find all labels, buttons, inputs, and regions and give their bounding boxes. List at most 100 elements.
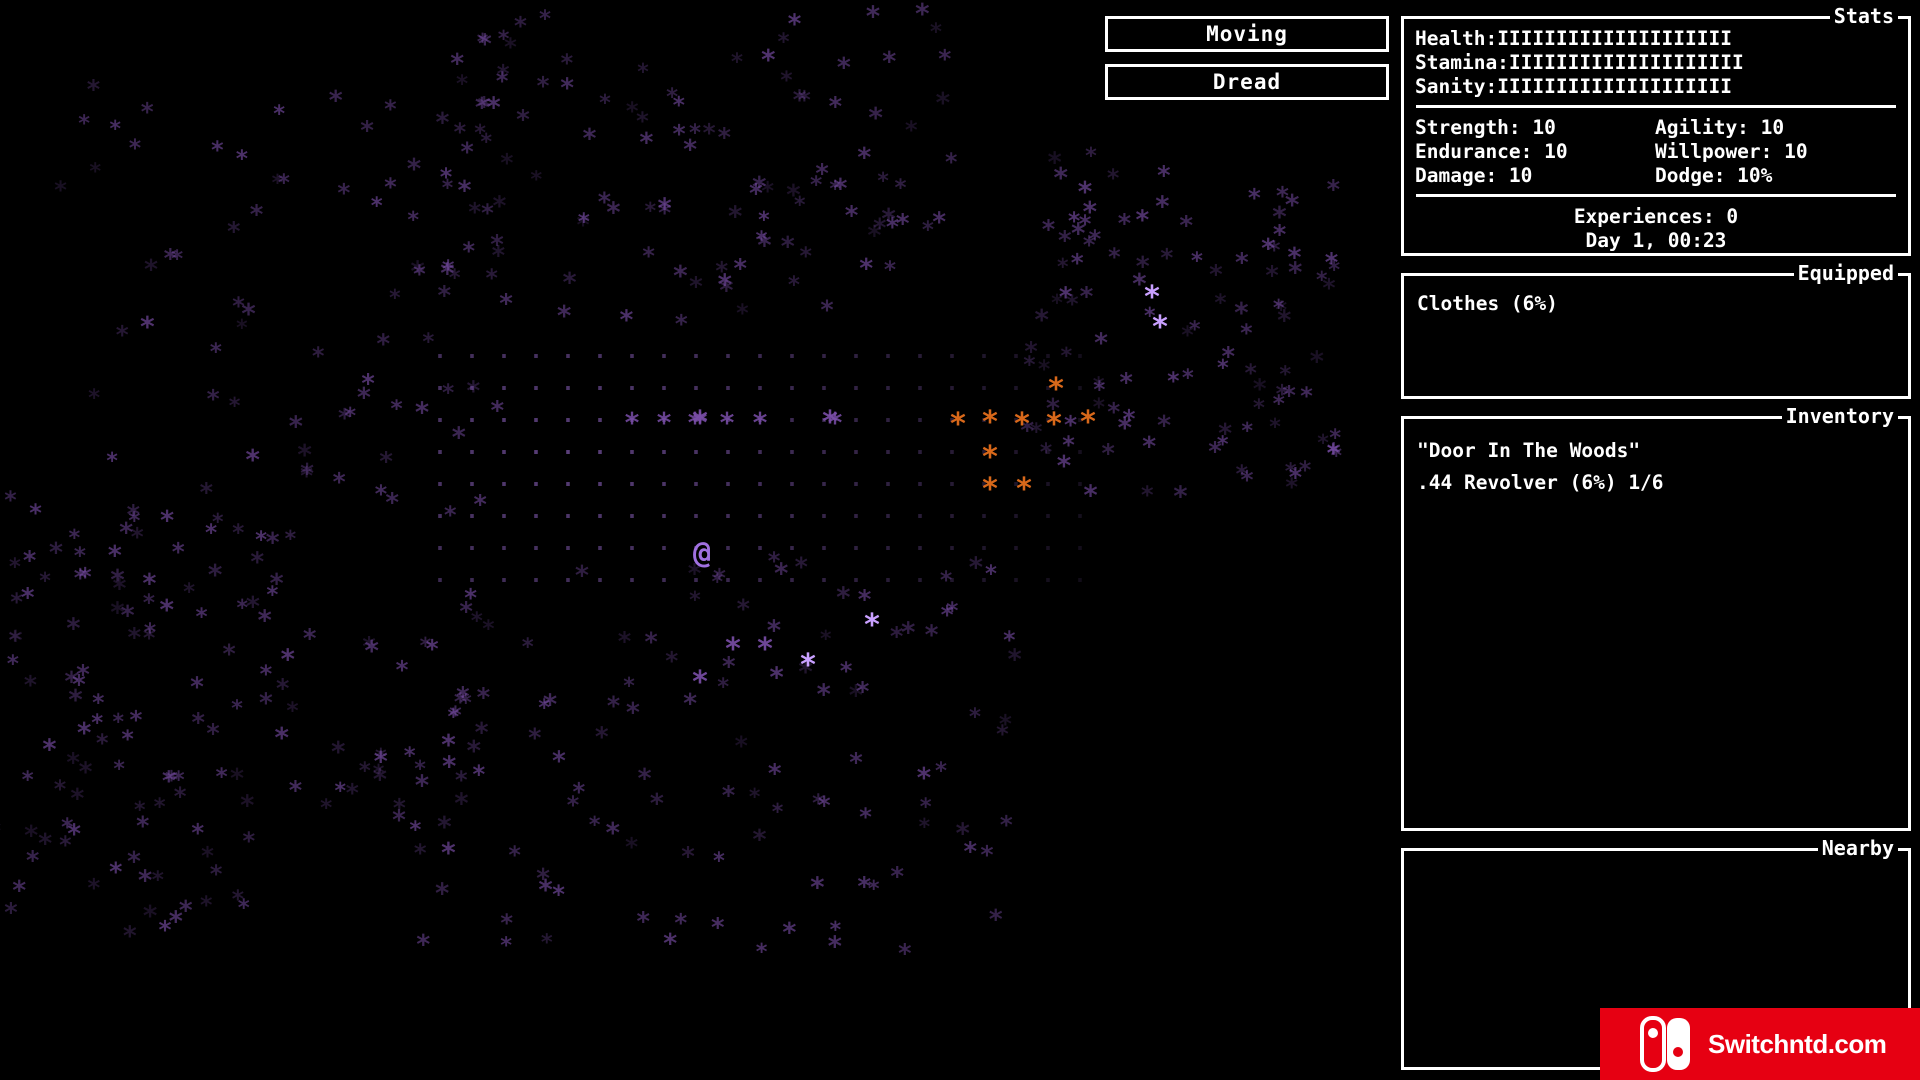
tree-tile: * bbox=[538, 6, 552, 33]
tree-tile: * bbox=[682, 688, 699, 720]
tree-tile: * bbox=[1325, 438, 1342, 470]
tree-tile: * bbox=[1240, 418, 1254, 445]
tree-tile: * bbox=[275, 674, 291, 705]
tree-tile: * bbox=[408, 817, 423, 844]
tree-tile: * bbox=[793, 550, 809, 581]
tree-tile: * bbox=[541, 689, 559, 721]
tree-tile: * bbox=[605, 197, 622, 229]
tree-tile: * bbox=[773, 557, 790, 589]
tree-tile: * bbox=[856, 143, 873, 175]
tree-tile: * bbox=[751, 824, 768, 856]
orange-tree-tile: * bbox=[1044, 407, 1064, 442]
tree-tile: * bbox=[691, 406, 709, 439]
equipped-panel: Equipped Clothes (6%) bbox=[1401, 262, 1911, 399]
tree-tile: * bbox=[923, 619, 940, 651]
tree-tile: * bbox=[1029, 418, 1044, 446]
floor-tile: · bbox=[945, 409, 959, 434]
tree-tile: * bbox=[471, 759, 487, 789]
floor-tile: · bbox=[1073, 569, 1087, 594]
tree-tile: * bbox=[469, 608, 484, 635]
tree-tile: * bbox=[1062, 410, 1079, 440]
floor-tile: · bbox=[753, 345, 767, 370]
tree-tile: * bbox=[1216, 354, 1230, 381]
tree-tile: * bbox=[1141, 431, 1158, 463]
tree-tile: * bbox=[41, 733, 58, 765]
floor-tile: · bbox=[657, 473, 671, 498]
tree-tile: * bbox=[900, 617, 917, 649]
tree-tile: * bbox=[1286, 257, 1304, 289]
tree-tile: * bbox=[820, 405, 840, 440]
tree-tile: * bbox=[688, 272, 704, 303]
tree-tile: * bbox=[754, 227, 769, 254]
tree-tile: * bbox=[671, 90, 686, 119]
floor-tile: · bbox=[529, 473, 543, 498]
tree-tile: * bbox=[21, 546, 38, 577]
tree-tile: * bbox=[499, 907, 515, 937]
inventory-item[interactable]: "Door In The Woods" bbox=[1417, 435, 1908, 467]
movement-mode-button[interactable]: Moving bbox=[1105, 16, 1389, 52]
floor-tile: · bbox=[529, 569, 543, 594]
orange-tree-tile: * bbox=[1046, 372, 1066, 407]
tree-tile: * bbox=[624, 697, 642, 729]
floor-tile: · bbox=[945, 441, 959, 466]
tree-tile: * bbox=[268, 568, 285, 600]
floor-tile: · bbox=[977, 441, 991, 466]
tree-tile: * bbox=[452, 117, 468, 146]
equipped-item[interactable]: Clothes (6%) bbox=[1417, 292, 1908, 316]
tree-tile: * bbox=[133, 798, 147, 824]
tree-tile: * bbox=[413, 755, 427, 782]
tree-tile: * bbox=[141, 588, 157, 617]
tree-tile: * bbox=[434, 107, 451, 139]
tree-tile: * bbox=[163, 764, 180, 794]
tree-tile: * bbox=[8, 554, 22, 581]
floor-tile: · bbox=[1009, 441, 1023, 466]
floor-tile: · bbox=[1009, 569, 1023, 594]
floor-tile: · bbox=[657, 377, 671, 402]
tree-tile: * bbox=[458, 597, 474, 628]
tree-tile: * bbox=[1316, 430, 1330, 457]
floor-tile: · bbox=[561, 473, 575, 498]
inventory-item[interactable]: .44 Revolver (6%) 1/6 bbox=[1417, 467, 1908, 499]
game-map[interactable]: · · · · · · · · · · · · · · · · · · · · · · · · · · · · · · · · · · · · · · · ·… bbox=[0, 0, 1400, 1080]
tree-tile: * bbox=[967, 552, 985, 584]
tree-tile: * bbox=[170, 537, 186, 567]
tree-tile: * bbox=[226, 216, 242, 247]
tree-tile: * bbox=[1077, 208, 1093, 238]
floor-tile: · bbox=[433, 537, 447, 562]
tree-tile: * bbox=[714, 256, 730, 286]
tree-tile: * bbox=[726, 201, 744, 233]
floor-tile: · bbox=[945, 505, 959, 530]
tree-tile: * bbox=[23, 820, 40, 852]
mental-state-button[interactable]: Dread bbox=[1105, 64, 1389, 100]
tree-tile: * bbox=[141, 568, 158, 600]
tree-tile: * bbox=[273, 721, 291, 755]
orange-tree-tile: * bbox=[1014, 472, 1034, 507]
tree-tile: * bbox=[0, 819, 2, 844]
tree-tile: * bbox=[1091, 372, 1106, 399]
tree-tile: * bbox=[287, 776, 304, 807]
tree-tile: * bbox=[797, 85, 812, 115]
tree-tile: * bbox=[409, 256, 426, 288]
tree-tile: * bbox=[412, 258, 427, 288]
tree-tile: * bbox=[373, 479, 389, 508]
tree-tile: * bbox=[456, 175, 473, 207]
tree-tile: * bbox=[143, 254, 160, 286]
tree-tile: * bbox=[19, 583, 36, 614]
tree-tile: * bbox=[264, 527, 281, 559]
floor-tile: · bbox=[945, 537, 959, 562]
tree-tile: * bbox=[671, 118, 687, 148]
floor-tile: · bbox=[465, 345, 479, 370]
floor-tile: · bbox=[849, 473, 863, 498]
tree-tile: * bbox=[793, 192, 807, 218]
floor-tile: · bbox=[529, 409, 543, 434]
tree-tile: * bbox=[127, 134, 143, 163]
tree-tile: * bbox=[172, 781, 188, 811]
tree-tile: * bbox=[934, 758, 948, 785]
tree-tile: * bbox=[662, 928, 679, 960]
tree-tile: * bbox=[1022, 349, 1037, 378]
tree-tile: * bbox=[1082, 479, 1099, 511]
floor-tile: · bbox=[689, 345, 703, 370]
equipped-panel-title: Equipped bbox=[1793, 262, 1898, 284]
floor-tile: · bbox=[849, 441, 863, 466]
tree-tile: * bbox=[160, 766, 177, 797]
